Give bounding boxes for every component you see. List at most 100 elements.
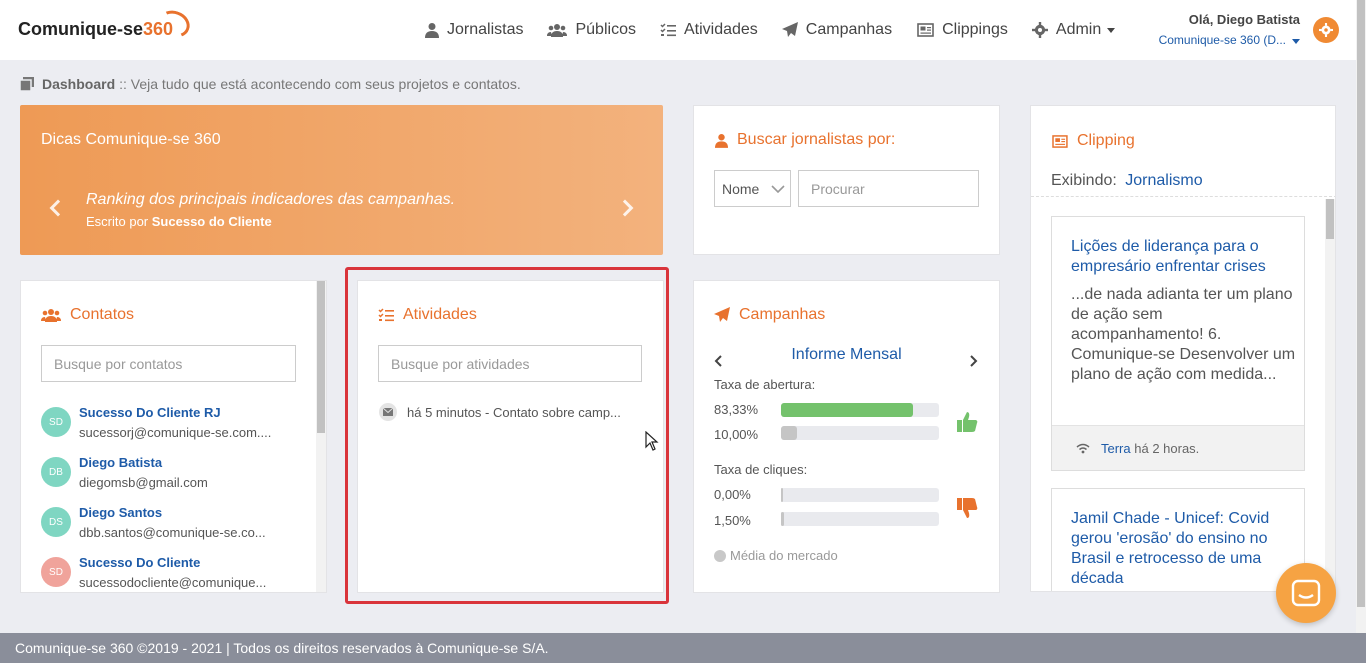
nav-clippings[interactable]: Clippings [916,21,1008,39]
tips-carousel: Dicas Comunique-se 360 Ranking dos princ… [20,105,663,255]
gear-icon [1319,23,1333,37]
search-type-select[interactable]: Nome [714,170,791,207]
contacts-card: Contatos Busque por contatos SD Sucesso … [20,280,327,593]
nav-label: Públicos [575,21,636,38]
article-title[interactable]: Jamil Chade - Unicef: Covid gerou 'erosã… [1071,509,1296,589]
tasks-icon [660,23,676,37]
logo-text: Comunique-se [18,19,144,39]
scrollbar-thumb[interactable] [1357,0,1365,607]
paper-plane-icon [714,307,730,322]
nav-jornalistas[interactable]: Jornalistas [425,21,523,39]
avatar: DB [41,457,71,487]
tips-message[interactable]: Ranking dos principais indicadores das c… [86,191,455,209]
contact-email: dbb.santos@comunique-se.co... [79,525,266,540]
nav-atividades[interactable]: Atividades [660,21,758,39]
article-source[interactable]: Terra [1101,441,1131,456]
contacts-search-input[interactable]: Busque por contatos [41,345,296,382]
nav-label: Jornalistas [447,21,524,38]
nav-label: Campanhas [805,21,893,38]
legend-dot-icon [714,549,726,562]
gear-icon [1031,22,1048,38]
logo[interactable]: Comunique-se360 [18,6,194,42]
activities-card: Atividades Busque por atividades há 5 mi… [357,280,664,593]
tips-author: Escrito por Sucesso do Cliente [86,214,272,229]
clipping-article[interactable]: Lições de liderança para o empresário en… [1051,216,1305,471]
footer: Comunique-se 360 ©2019 - 2021 | Todos os… [0,633,1366,663]
open-rate-bar [781,403,939,417]
carousel-prev-icon[interactable] [49,199,67,217]
bar-fill [781,403,913,417]
chat-icon [1291,579,1321,607]
article-footer: Terra há 2 horas. [1052,425,1304,470]
contact-name[interactable]: Sucesso Do Cliente RJ [79,405,221,420]
click-rate-label: Taxa de cliques: [714,462,808,477]
avatar: SD [41,407,71,437]
mouse-cursor-icon [645,431,659,451]
activity-text: há 5 minutos - Contato sobre camp... [407,404,621,420]
tasks-icon [378,308,394,322]
search-journalists-input[interactable]: Procurar [798,170,979,207]
nav-admin[interactable]: Admin [1031,21,1116,39]
nav-label: Admin [1055,21,1102,38]
contacts-title: Contatos [41,306,134,324]
users-icon [547,24,568,37]
click-rate-bar [781,488,939,502]
contact-email: diegomsb@gmail.com [79,475,208,490]
divider [1031,196,1335,197]
search-journalists-title: Buscar jornalistas por: [715,131,895,149]
thumbs-up-icon [957,412,978,432]
footer-text: Comunique-se 360 ©2019 - 2021 | Todos os… [15,640,549,656]
market-average-legend: Média do mercado [714,548,838,563]
chevron-down-icon [1292,39,1300,44]
breadcrumb: Dashboard :: Veja tudo que está acontece… [20,76,521,92]
campaign-name[interactable]: Informe Mensal [694,346,999,364]
clipping-filter: Exibindo: Jornalismo [1051,172,1203,189]
clipping-scrollbar[interactable] [1325,199,1335,591]
user-menu[interactable]: Olá, Diego Batista Comunique-se 360 (D..… [1159,12,1300,47]
tips-title: Dicas Comunique-se 360 [41,131,221,148]
top-bar: Comunique-se360 Jornalistas Públicos Ati… [0,0,1356,60]
market-open-rate-value: 10,00% [714,427,759,442]
chat-button[interactable] [1276,563,1336,623]
open-rate-label: Taxa de abertura: [714,377,816,392]
clipping-filter-value[interactable]: Jornalismo [1125,172,1202,189]
user-icon [425,23,439,38]
settings-button[interactable] [1313,17,1339,43]
market-open-rate-bar [781,426,939,440]
article-excerpt: ...de nada adianta ter um plano de ação … [1071,286,1296,383]
thumbs-down-icon [957,498,978,518]
activity-item[interactable]: há 5 minutos - Contato sobre camp... [379,403,621,421]
contacts-scrollbar[interactable] [316,281,326,592]
user-icon [715,133,728,148]
bar-fill [781,426,797,440]
bar-fill [781,488,783,502]
user-organization[interactable]: Comunique-se 360 (D... [1159,33,1300,47]
market-click-rate-value: 1,50% [714,513,751,528]
newspaper-icon [917,23,934,37]
nav-label: Atividades [683,21,758,38]
nav-label: Clippings [942,21,1008,38]
clipping-article[interactable]: Jamil Chade - Unicef: Covid gerou 'erosã… [1051,488,1305,591]
contact-name[interactable]: Diego Batista [79,455,162,470]
article-title[interactable]: Lições de liderança para o empresário en… [1071,237,1296,277]
clipping-title: Clipping [1051,132,1135,150]
page-scrollbar[interactable] [1356,0,1366,633]
campaigns-card: Campanhas Informe Mensal Taxa de abertur… [693,280,1000,593]
activities-title: Atividades [378,306,477,324]
carousel-next-icon[interactable] [616,199,634,217]
envelope-icon [379,403,397,421]
market-click-rate-bar [781,512,939,526]
open-rate-value: 83,33% [714,402,759,417]
avatar: SD [41,557,71,587]
contact-name[interactable]: Diego Santos [79,505,162,520]
nav-campanhas[interactable]: Campanhas [781,21,893,39]
breadcrumb-title: Dashboard [42,76,116,92]
contact-name[interactable]: Sucesso Do Cliente [79,555,200,570]
bar-fill [781,512,785,526]
chevron-right-icon[interactable] [970,355,978,367]
nav-publicos[interactable]: Públicos [547,21,636,39]
main-nav: Jornalistas Públicos Atividades Campanha… [425,0,1139,60]
avatar: DS [41,507,71,537]
activities-search-input[interactable]: Busque por atividades [378,345,642,382]
chevron-down-icon [771,184,785,193]
